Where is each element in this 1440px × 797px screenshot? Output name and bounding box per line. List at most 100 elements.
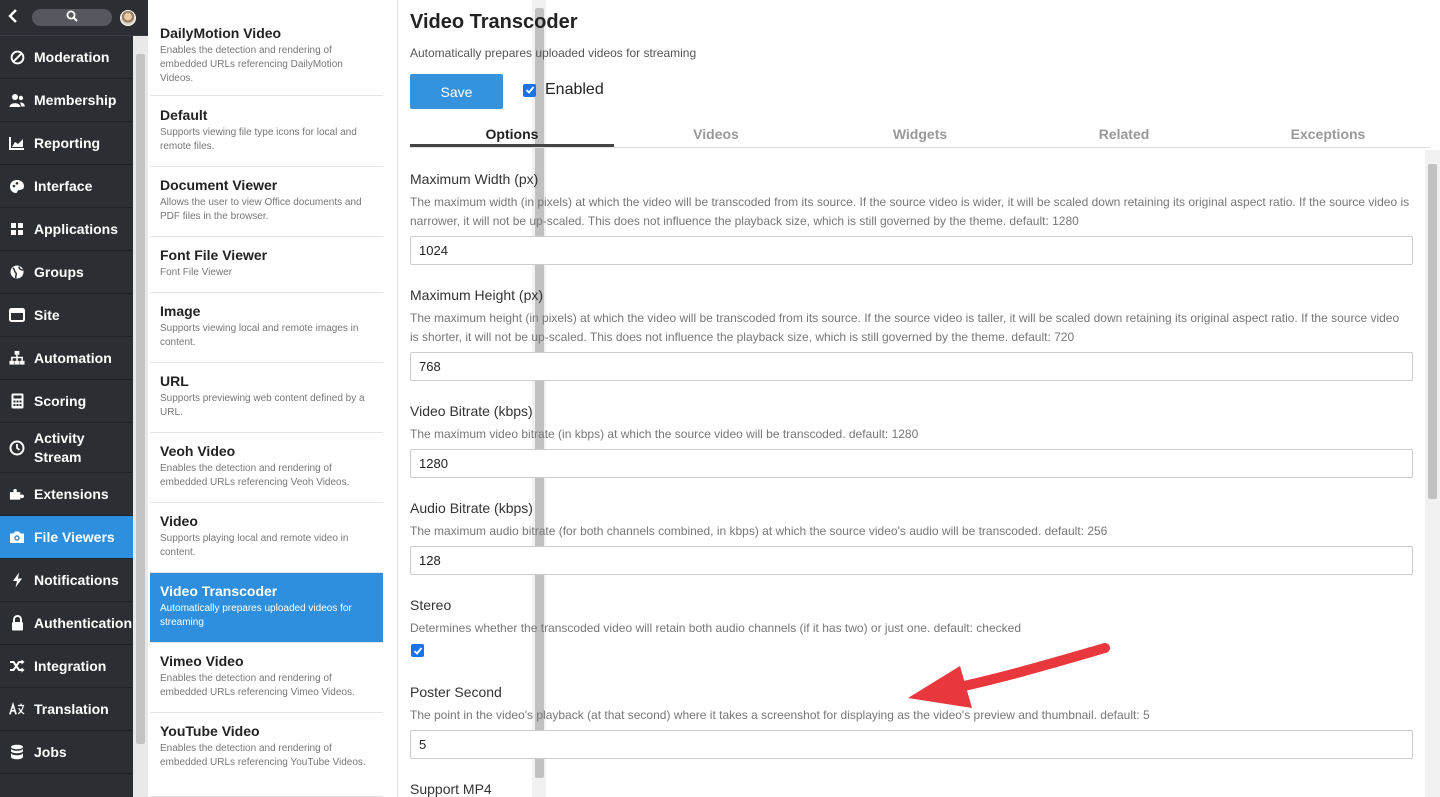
nav-item-label: Scoring — [34, 392, 87, 409]
list-item-vimeo-video[interactable]: Vimeo Video Enables the detection and ren… — [150, 643, 383, 713]
nav-item-notifications[interactable]: Notifications — [0, 559, 133, 602]
enabled-checkbox[interactable] — [523, 83, 536, 97]
nav-scrollbar-thumb[interactable] — [136, 54, 145, 744]
grid-icon — [9, 221, 25, 237]
block-icon — [9, 49, 25, 65]
page-subtitle: Automatically prepares uploaded videos f… — [410, 46, 697, 60]
language-icon — [9, 701, 25, 717]
save-button[interactable]: Save — [410, 74, 503, 109]
list-item-description: Supports viewing local and remote images… — [160, 323, 359, 348]
nav-item-label: Applications — [34, 220, 119, 237]
nav-item-label: Site — [34, 306, 60, 323]
avatar[interactable] — [120, 9, 136, 26]
page-title: Video Transcoder — [410, 11, 578, 33]
list-item-video-transcoder[interactable]: Video Transcoder Automatically prepares u… — [150, 573, 383, 643]
max-width-input[interactable] — [410, 236, 1413, 265]
checkmark-icon — [413, 646, 422, 655]
list-item-title: Video — [160, 513, 198, 529]
max-height-input[interactable] — [410, 352, 1413, 381]
list-item-title: Font File Viewer — [160, 247, 268, 263]
max-width-label: Maximum Width (px) — [410, 171, 539, 187]
bolt-icon — [9, 572, 25, 588]
puzzle-icon — [9, 486, 25, 502]
list-item-document-viewer[interactable]: Document Viewer Allows the user to view O… — [150, 167, 383, 237]
main-scrollbar-thumb[interactable] — [1428, 164, 1437, 499]
nav-item-groups[interactable]: Groups — [0, 251, 133, 294]
annotation-arrow-icon — [908, 643, 1110, 708]
tab-related[interactable]: Related — [1022, 120, 1226, 147]
nav-list: Moderation Membership Reporting Interface Ap… — [0, 36, 133, 774]
nav-item-label: Authentication — [34, 614, 132, 631]
list-item-url[interactable]: URL Supports previewing web content defin… — [150, 363, 383, 433]
nav-item-label: Jobs — [34, 743, 67, 760]
list-item-default[interactable]: Default Supports viewing file type icons … — [150, 97, 383, 167]
max-width-description: The maximum width (in pixels) at which t… — [410, 195, 1410, 228]
tab-videos[interactable]: Videos — [614, 120, 818, 147]
list-item-dailymotion-video[interactable]: DailyMotion Video Enables the detection a… — [150, 0, 383, 96]
nav-item-reporting[interactable]: Reporting — [0, 122, 133, 165]
enabled-label: Enabled — [545, 81, 604, 98]
stereo-checkbox[interactable] — [411, 644, 424, 657]
list-item-veoh-video[interactable]: Veoh Video Enables the detection and rend… — [150, 433, 383, 503]
lock-icon — [9, 615, 25, 631]
checkmark-icon — [525, 86, 534, 94]
search-button[interactable] — [32, 9, 112, 26]
poster-second-input[interactable] — [410, 730, 1413, 759]
nav-item-scoring[interactable]: Scoring — [0, 380, 133, 423]
nav-item-translation[interactable]: Translation — [0, 688, 133, 731]
nav-item-jobs[interactable]: Jobs — [0, 731, 133, 774]
list-item-font-file-viewer[interactable]: Font File Viewer Font File Viewer — [150, 237, 383, 293]
chart-icon — [9, 135, 25, 151]
list-item-title: Image — [160, 303, 201, 319]
nav-item-label: Groups — [34, 263, 84, 280]
list-item-description: Enables the detection and rendering of e… — [160, 463, 350, 488]
nav-item-extensions[interactable]: Extensions — [0, 473, 133, 516]
nav-scrollbar[interactable] — [133, 36, 148, 797]
list-item-description: Enables the detection and rendering of e… — [160, 673, 355, 698]
video-bitrate-description: The maximum video bitrate (in kbps) at w… — [410, 427, 919, 441]
tab-exceptions[interactable]: Exceptions — [1226, 120, 1430, 147]
nav-item-moderation[interactable]: Moderation — [0, 36, 133, 79]
list-item-image[interactable]: Image Supports viewing local and remote i… — [150, 293, 383, 363]
database-icon — [9, 744, 25, 760]
tab-bar: Options Videos Widgets Related Exception… — [410, 120, 1430, 148]
list-item-description: Supports previewing web content defined … — [160, 393, 365, 418]
nav-item-label: Interface — [34, 177, 93, 194]
support-mp4-label: Support MP4 — [410, 781, 492, 797]
camera-icon — [9, 529, 25, 545]
nav-item-applications[interactable]: Applications — [0, 208, 133, 251]
list-item-description: Automatically prepares uploaded videos f… — [160, 603, 352, 628]
nav-item-authentication[interactable]: Authentication — [0, 602, 133, 645]
search-icon — [66, 9, 78, 27]
globe-icon — [9, 264, 25, 280]
tab-options[interactable]: Options — [410, 120, 614, 147]
audio-bitrate-input[interactable] — [410, 546, 1413, 575]
enabled-toggle: Enabled — [523, 81, 604, 99]
video-bitrate-label: Video Bitrate (kbps) — [410, 403, 533, 419]
nav-item-file-viewers[interactable]: File Viewers — [0, 516, 133, 559]
tab-widgets[interactable]: Widgets — [818, 120, 1022, 147]
list-item-title: YouTube Video — [160, 723, 260, 739]
calculator-icon — [9, 393, 25, 409]
nav-item-label: File Viewers — [34, 528, 115, 545]
sitemap-icon — [9, 350, 25, 366]
list-item-youtube-video[interactable]: YouTube Video Enables the detection and r… — [150, 713, 383, 797]
nav-item-interface[interactable]: Interface — [0, 165, 133, 208]
video-bitrate-input[interactable] — [410, 449, 1413, 478]
nav-item-site[interactable]: Site — [0, 294, 133, 337]
list-item-title: Document Viewer — [160, 177, 278, 193]
nav-item-automation[interactable]: Automation — [0, 337, 133, 380]
nav-item-label: Moderation — [34, 48, 110, 65]
back-icon[interactable] — [8, 8, 24, 27]
nav-item-label: Integration — [34, 657, 107, 674]
nav-item-label: Activity Stream — [34, 429, 85, 465]
main-scrollbar[interactable] — [1425, 150, 1440, 797]
nav-item-membership[interactable]: Membership — [0, 79, 133, 122]
nav-item-integration[interactable]: Integration — [0, 645, 133, 688]
palette-icon — [9, 178, 25, 194]
list-item-description: Enables the detection and rendering of e… — [160, 743, 366, 768]
list-item-video[interactable]: Video Supports playing local and remote v… — [150, 503, 383, 573]
poster-second-label: Poster Second — [410, 684, 502, 700]
nav-item-activity-stream[interactable]: Activity Stream — [0, 423, 133, 473]
window-icon — [9, 307, 25, 323]
